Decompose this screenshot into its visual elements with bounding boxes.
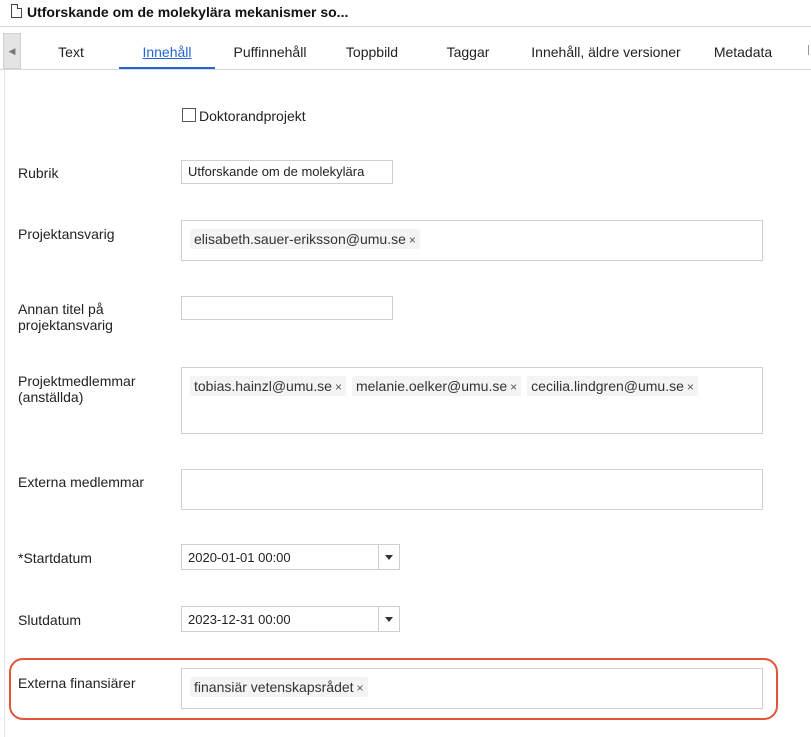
content-left-border bbox=[4, 70, 5, 737]
projektmedlemmar-token-field[interactable]: tobias.hainzl@umu.se × melanie.oelker@umu… bbox=[181, 367, 763, 434]
projektmedlemmar-label-line2: (anställda) bbox=[18, 389, 84, 405]
remove-token-icon[interactable]: × bbox=[335, 380, 342, 394]
token-medlem: cecilia.lindgren@umu.se × bbox=[527, 376, 698, 396]
annan-titel-input[interactable] bbox=[181, 296, 393, 320]
startdatum-label: *Startdatum bbox=[18, 550, 92, 566]
annan-titel-label-line2: projektansvarig bbox=[18, 317, 113, 333]
projektansvarig-token-field[interactable]: elisabeth.sauer-eriksson@umu.se × bbox=[181, 220, 763, 261]
remove-token-icon[interactable]: × bbox=[409, 233, 416, 247]
token-medlem: melanie.oelker@umu.se × bbox=[351, 376, 522, 396]
caret-down-icon bbox=[385, 554, 393, 560]
token-label: elisabeth.sauer-eriksson@umu.se bbox=[194, 231, 406, 247]
chevron-left-icon: ◀ bbox=[8, 45, 16, 56]
tab-scroll-left-button[interactable]: ◀ bbox=[3, 33, 21, 69]
token-label: melanie.oelker@umu.se bbox=[355, 378, 508, 394]
tab-innehall-aldre-versioner[interactable]: Innehåll, äldre versioner bbox=[524, 27, 688, 69]
slutdatum-value: 2023-12-31 00:00 bbox=[188, 612, 291, 627]
tab-taggar[interactable]: Taggar bbox=[432, 27, 504, 69]
token-label: tobias.hainzl@umu.se bbox=[194, 378, 332, 394]
token-medlem: tobias.hainzl@umu.se × bbox=[190, 376, 346, 396]
document-icon bbox=[11, 4, 22, 18]
tab-text[interactable]: Text bbox=[40, 27, 102, 69]
page-title: Utforskande om de molekylära mekanismer … bbox=[27, 4, 349, 20]
tab-puffinnehall[interactable]: Puffinnehåll bbox=[222, 27, 318, 69]
startdatum-dropdown-button[interactable] bbox=[378, 545, 399, 569]
slutdatum-label: Slutdatum bbox=[18, 612, 82, 628]
tab-innehall[interactable]: Innehåll bbox=[119, 27, 215, 69]
annan-titel-label-line1: Annan titel på bbox=[18, 301, 104, 317]
rubrik-label: Rubrik bbox=[18, 165, 59, 181]
slutdatum-dropdown-button[interactable] bbox=[378, 607, 399, 631]
tab-toppbild[interactable]: Toppbild bbox=[332, 27, 412, 69]
tab-metadata[interactable]: Metadata bbox=[705, 27, 781, 69]
externa-medlemmar-label: Externa medlemmar bbox=[18, 474, 145, 490]
projektmedlemmar-label: Projektmedlemmar (anställda) bbox=[18, 373, 135, 405]
active-tab-indicator bbox=[119, 67, 215, 69]
projektmedlemmar-label-line1: Projektmedlemmar bbox=[18, 373, 136, 389]
tab-bar: ◀ Text Innehåll Puffinnehåll Toppbild Ta… bbox=[0, 26, 811, 70]
token-projektansvarig: elisabeth.sauer-eriksson@umu.se × bbox=[190, 229, 420, 249]
externa-medlemmar-token-field[interactable] bbox=[181, 469, 763, 510]
startdatum-value: 2020-01-01 00:00 bbox=[188, 550, 291, 565]
rubrik-input[interactable]: Utforskande om de molekylära bbox=[181, 160, 393, 184]
remove-token-icon[interactable]: × bbox=[510, 380, 517, 394]
projektansvarig-label: Projektansvarig bbox=[18, 226, 115, 242]
highlight-annotation bbox=[9, 658, 778, 720]
token-label: cecilia.lindgren@umu.se bbox=[531, 378, 684, 394]
slutdatum-picker[interactable]: 2023-12-31 00:00 bbox=[181, 606, 400, 632]
title-bar: Utforskande om de molekylära mekanismer … bbox=[0, 0, 811, 26]
doktorandprojekt-checkbox[interactable] bbox=[182, 108, 196, 122]
annan-titel-label: Annan titel på projektansvarig bbox=[18, 301, 113, 333]
remove-token-icon[interactable]: × bbox=[687, 380, 694, 394]
startdatum-picker[interactable]: 2020-01-01 00:00 bbox=[181, 544, 400, 570]
doktorandprojekt-label: Doktorandprojekt bbox=[199, 108, 306, 124]
caret-down-icon bbox=[385, 616, 393, 622]
